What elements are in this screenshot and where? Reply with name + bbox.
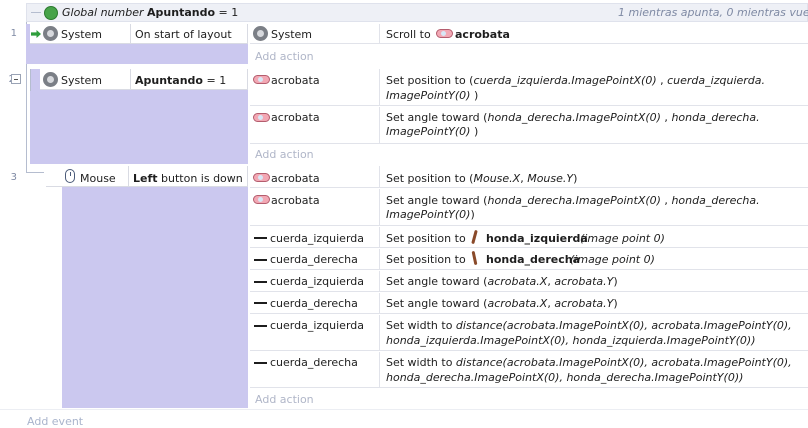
- mouse-icon: [65, 169, 75, 183]
- action-object: cuerda_derecha: [270, 297, 358, 310]
- action-text: Set angle toward (acrobata.X, acrobata.Y…: [386, 297, 618, 310]
- tree-line-global: [31, 12, 41, 13]
- action-text: Set position to: [386, 232, 466, 245]
- action-text: Scroll to: [386, 28, 431, 41]
- add-action-link[interactable]: Add action: [255, 148, 314, 161]
- action-text-line-2: honda_izquierda.ImagePointX(0), honda_iz…: [386, 334, 756, 347]
- action-object: cuerda_izquierda: [270, 319, 364, 332]
- column-divider: [128, 166, 129, 187]
- action-text-line-1: Set width to distance(acrobata.ImagePoin…: [386, 356, 792, 369]
- cloud-sprite-icon: [253, 75, 270, 84]
- cloud-sprite-icon: [253, 173, 270, 182]
- action-text-line-1: Set angle toward (honda_derecha.ImagePoi…: [386, 194, 760, 207]
- condition-object: System: [61, 28, 103, 41]
- line-icon: [254, 302, 267, 304]
- action-suffix: (image point 0): [580, 232, 665, 245]
- condition-text: Apuntando = 1: [135, 74, 227, 87]
- action-text: Set angle toward (acrobata.X, acrobata.Y…: [386, 275, 618, 288]
- condition-object: Mouse: [80, 172, 116, 185]
- globe-icon: [44, 6, 58, 20]
- event-3-condition-block[interactable]: [62, 166, 248, 408]
- add-event-link[interactable]: Add event: [27, 415, 83, 428]
- gear-icon: [253, 26, 268, 41]
- global-variable-declaration: Global number Apuntando = 1: [62, 6, 239, 19]
- line-icon: [254, 237, 267, 239]
- action-target: honda_izquierda: [486, 232, 588, 245]
- collapse-icon[interactable]: [11, 74, 21, 84]
- line-icon: [254, 259, 267, 261]
- cloud-sprite-icon: [253, 195, 270, 204]
- action-object: acrobata: [271, 111, 320, 124]
- action-text-line-2: honda_derecha.ImagePointX(0), honda_dere…: [386, 371, 744, 384]
- action-object: cuerda_derecha: [270, 356, 358, 369]
- action-text: Set position to (Mouse.X, Mouse.Y): [386, 172, 578, 185]
- action-text-line-2: ImagePointY(0) ): [386, 125, 479, 138]
- action-target: honda_derecha: [486, 253, 581, 266]
- add-action-link[interactable]: Add action: [255, 50, 314, 63]
- line-icon: [254, 281, 267, 283]
- action-object: System: [271, 28, 313, 41]
- tree-line-to-event-3: [26, 172, 44, 173]
- action-object: cuerda_izquierda: [270, 275, 364, 288]
- event-number: 1: [10, 28, 17, 39]
- line-icon: [254, 362, 267, 364]
- action-text-line-2: ImagePointY(0) ): [386, 89, 479, 102]
- action-text-line-1: Set width to distance(acrobata.ImagePoin…: [386, 319, 792, 332]
- action-text-line-1: Set angle toward (honda_derecha.ImagePoi…: [386, 111, 760, 124]
- condition-text: Left button is down: [133, 172, 243, 185]
- action-object: cuerda_derecha: [270, 253, 358, 266]
- event-number: 3: [10, 172, 17, 183]
- cloud-sprite-icon: [253, 113, 270, 122]
- action-text-line-1: Set position to (cuerda_izquierda.ImageP…: [386, 74, 766, 87]
- gear-icon: [43, 72, 58, 87]
- gear-icon: [43, 26, 58, 41]
- tree-line-event-2: [30, 69, 31, 91]
- action-object-cell[interactable]: [250, 24, 380, 44]
- action-object: acrobata: [271, 194, 320, 207]
- line-icon: [254, 325, 267, 327]
- action-target: acrobata: [455, 28, 510, 41]
- event-list-bottom-border: [0, 409, 808, 410]
- global-variable-comment: 1 mientras apunta, 0 mientras vuela: [618, 6, 808, 19]
- action-object: cuerda_izquierda: [270, 232, 364, 245]
- add-action-link[interactable]: Add action: [255, 393, 314, 406]
- action-text-line-2: ImagePointY(0)): [386, 208, 475, 221]
- action-object: acrobata: [271, 172, 320, 185]
- condition-object: System: [61, 74, 103, 87]
- condition-text: On start of layout: [135, 28, 232, 41]
- column-divider: [130, 69, 131, 90]
- action-text: Set position to: [386, 253, 466, 266]
- column-divider: [130, 24, 131, 44]
- action-suffix: (image point 0): [570, 253, 655, 266]
- cloud-sprite-icon: [436, 29, 453, 38]
- action-object: acrobata: [271, 74, 320, 87]
